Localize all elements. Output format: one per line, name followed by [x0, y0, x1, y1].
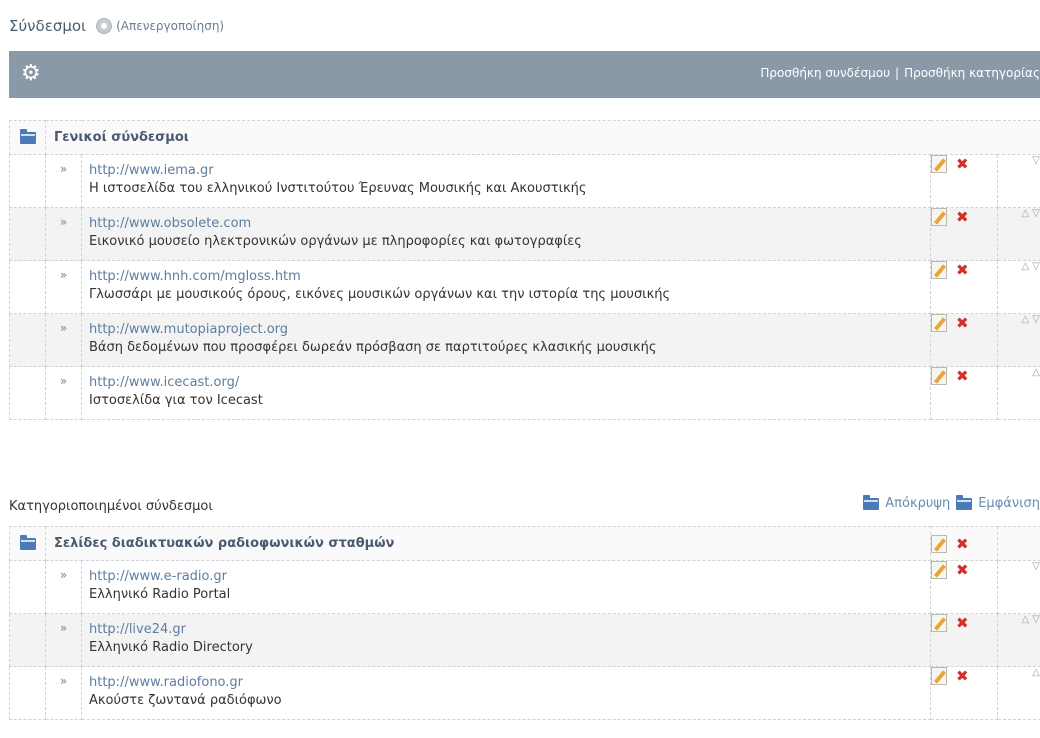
category-name[interactable]: Γενικοί σύνδεσμοι: [45, 120, 1040, 155]
delete-icon[interactable]: ✖: [956, 155, 969, 173]
categorized-header: Κατηγοριοποιημένοι σύνδεσμοι Απόκρυψη Εμ…: [9, 494, 1040, 520]
reorder-arrows[interactable]: △ ▽: [997, 613, 1040, 667]
link-url[interactable]: http://live24.gr: [82, 614, 930, 637]
raquo-icon: »: [59, 321, 68, 335]
reorder-arrows[interactable]: ▽: [997, 154, 1040, 208]
edit-icon[interactable]: [931, 614, 947, 632]
link-row: » http://www.obsolete.com Εικονικό μουσεί…: [9, 207, 1040, 261]
link-description: Ελληνικό Radio Portal: [89, 587, 231, 602]
hide-all-link[interactable]: Απόκρυψη: [885, 496, 950, 511]
raquo-icon: »: [59, 621, 68, 635]
add-category-button[interactable]: Προσθήκη κατηγορίας: [904, 66, 1040, 80]
raquo-icon: »: [59, 215, 68, 229]
raquo-icon: »: [59, 568, 68, 582]
reorder-arrows[interactable]: △: [997, 366, 1040, 420]
link-url[interactable]: http://www.hnh.com/mgloss.htm: [82, 261, 930, 284]
link-url[interactable]: http://www.icecast.org/: [82, 367, 930, 390]
raquo-icon: »: [59, 162, 68, 176]
category-row: Γενικοί σύνδεσμοι: [9, 120, 1040, 155]
delete-icon[interactable]: ✖: [956, 367, 969, 385]
toolbar-separator: |: [895, 66, 900, 80]
disable-link[interactable]: (Απενεργοποίηση): [116, 19, 224, 33]
delete-icon[interactable]: ✖: [956, 561, 969, 579]
link-description: Ελληνικό Radio Directory: [89, 640, 253, 655]
edit-icon[interactable]: [931, 534, 947, 553]
raquo-icon: »: [59, 268, 68, 282]
general-links-table: Γενικοί σύνδεσμοι » http://www.iema.gr Η …: [9, 120, 1040, 420]
raquo-icon: »: [59, 374, 68, 388]
page-title: Σύνδεσμοι: [9, 17, 87, 35]
link-description: Βάση δεδομένων που προσφέρει δωρεάν πρόσ…: [89, 340, 657, 355]
edit-icon[interactable]: [931, 667, 947, 685]
link-row: » http://www.iema.gr Η ιστοσελίδα του ελλ…: [9, 154, 1040, 208]
link-description: Εικονικό μουσείο ηλεκτρονικών οργάνων με…: [89, 234, 582, 249]
disable-gear-icon[interactable]: [96, 18, 113, 34]
links-toolbar: ⚙ Προσθήκη συνδέσμου | Προσθήκη κατηγορίας: [9, 51, 1040, 98]
settings-icon[interactable]: ⚙: [21, 63, 41, 85]
delete-icon[interactable]: ✖: [956, 535, 969, 553]
link-description: Η ιστοσελίδα του ελληνικού Ινστιτούτου Έ…: [89, 181, 587, 196]
reorder-arrows[interactable]: △ ▽: [997, 207, 1040, 261]
edit-icon[interactable]: [931, 561, 947, 579]
categorized-heading: Κατηγοριοποιημένοι σύνδεσμοι: [9, 499, 213, 514]
delete-icon[interactable]: ✖: [956, 261, 969, 279]
folder-icon: [956, 494, 973, 510]
link-row: » http://www.radiofono.gr Ακούστε ζωντανά…: [9, 666, 1040, 720]
page-title-bar: Σύνδεσμοι (Απενεργοποίηση): [9, 17, 224, 35]
delete-icon[interactable]: ✖: [956, 314, 969, 332]
delete-icon[interactable]: ✖: [956, 667, 969, 685]
link-description: Γλωσσάρι με μουσικούς όρους, εικόνες μου…: [89, 287, 671, 302]
link-url[interactable]: http://www.mutopiaproject.org: [82, 314, 930, 337]
link-row: » http://www.mutopiaproject.org Βάση δεδο…: [9, 313, 1040, 367]
folder-cell: [9, 526, 46, 561]
link-url[interactable]: http://www.e-radio.gr: [82, 561, 930, 584]
link-url[interactable]: http://www.iema.gr: [82, 155, 930, 178]
delete-icon[interactable]: ✖: [956, 614, 969, 632]
delete-icon[interactable]: ✖: [956, 208, 969, 226]
folder-icon: [19, 534, 36, 550]
category-name[interactable]: Σελίδες διαδικτυακών ραδιοφωνικών σταθμώ…: [45, 526, 931, 561]
reorder-arrows[interactable]: ▽: [997, 560, 1040, 614]
link-row: » http://www.icecast.org/Ιστοσελίδα για …: [9, 366, 1040, 420]
link-url[interactable]: http://www.radiofono.gr: [82, 667, 930, 690]
category-row: Σελίδες διαδικτυακών ραδιοφωνικών σταθμώ…: [9, 526, 1040, 561]
reorder-arrows[interactable]: △: [997, 666, 1040, 720]
folder-cell: [9, 120, 46, 155]
show-all-link[interactable]: Εμφάνιση: [978, 496, 1040, 511]
edit-icon[interactable]: [931, 261, 947, 279]
toolbar-actions: Προσθήκη συνδέσμου | Προσθήκη κατηγορίας: [760, 66, 1040, 80]
link-description: Ιστοσελίδα για τον Icecast: [89, 393, 263, 408]
link-row: » http://live24.gr Ελληνικό Radio Directo…: [9, 613, 1040, 667]
toggle-controls: Απόκρυψη Εμφάνιση: [863, 494, 1040, 511]
edit-icon[interactable]: [931, 367, 947, 385]
link-row: » http://www.e-radio.gr Ελληνικό Radio Po…: [9, 560, 1040, 614]
edit-icon[interactable]: [931, 314, 947, 332]
add-link-button[interactable]: Προσθήκη συνδέσμου: [760, 66, 890, 80]
folder-icon: [19, 128, 36, 144]
link-url[interactable]: http://www.obsolete.com: [82, 208, 930, 231]
folder-icon: [863, 494, 880, 510]
edit-icon[interactable]: [931, 155, 947, 173]
categorized-links-table: Σελίδες διαδικτυακών ραδιοφωνικών σταθμώ…: [9, 526, 1040, 720]
link-description: Ακούστε ζωντανά ραδιόφωνο: [89, 693, 282, 708]
link-row: » http://www.hnh.com/mgloss.htm Γλωσσάρι …: [9, 260, 1040, 314]
raquo-icon: »: [59, 674, 68, 688]
reorder-arrows[interactable]: △ ▽: [997, 313, 1040, 367]
edit-icon[interactable]: [931, 208, 947, 226]
reorder-arrows[interactable]: △ ▽: [997, 260, 1040, 314]
